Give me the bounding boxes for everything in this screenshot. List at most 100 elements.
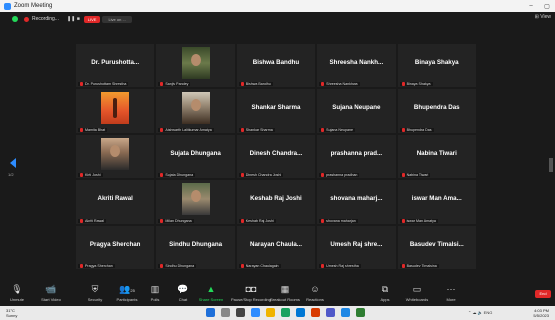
chat-button[interactable]: 💬 Chat — [168, 284, 198, 302]
excel-icon[interactable] — [356, 308, 365, 317]
participant-tile[interactable]: Basudev Timalsi... Basudev Timalsina — [397, 225, 476, 269]
participants-button[interactable]: 👥25 Participants — [112, 284, 142, 302]
muted-mic-icon — [240, 218, 244, 223]
whiteboards-button[interactable]: ▭ Whiteboards — [402, 284, 432, 302]
end-meeting-button[interactable]: End — [535, 290, 551, 298]
live-streaming-chip[interactable]: Live on ... — [102, 15, 132, 23]
participant-tile[interactable]: Keshab Raj Joshi Keshab Raj Joshi — [236, 180, 316, 224]
share-screen-button[interactable]: ▲ Share Screen — [196, 284, 226, 302]
participant-display-name: Narayan Chaula... — [250, 240, 302, 248]
recording-pause-icon[interactable]: ❚❚ ■ — [67, 16, 80, 22]
participant-tile[interactable]: Kirti Joshi — [76, 134, 155, 179]
participant-gallery: Dr. Purushotta... Dr. Purushottam Shresth… — [76, 44, 476, 272]
chrome-icon[interactable] — [281, 308, 290, 317]
shield-icon[interactable] — [12, 16, 18, 22]
video-figure — [190, 54, 201, 66]
office-icon[interactable] — [311, 308, 320, 317]
participant-name-label: Mamita Bhat — [78, 127, 108, 132]
search-icon[interactable] — [221, 308, 230, 317]
participant-video — [101, 92, 130, 125]
start-video-button[interactable]: 📹 Start Video — [36, 284, 66, 302]
participant-tile[interactable]: shovana maharj... shovana maharjan — [317, 180, 396, 224]
next-page-icon[interactable] — [549, 158, 553, 172]
live-badge: LIVE — [83, 15, 101, 23]
apps-button[interactable]: ⧉ Apps — [370, 284, 400, 302]
participant-label-text: Nabina Tiwari — [406, 173, 429, 178]
meeting-toolbar: 🎙 Unmute 📹 Start Video ⛨ Security 👥25 Pa… — [0, 282, 555, 306]
zoom-taskbar-icon[interactable] — [251, 308, 260, 317]
participant-tile[interactable]: Bishwa Bandhu Bishwa Bandhu — [236, 44, 316, 88]
participant-display-name: Bhupendra Das — [413, 104, 460, 112]
teams-icon[interactable] — [326, 308, 335, 317]
participant-tile[interactable]: Narayan Chaula... Narayan Chaulagain — [236, 225, 316, 269]
participant-name-label: Narayan Chaulagain — [238, 263, 281, 268]
more-button[interactable]: ··· More — [436, 284, 466, 302]
muted-mic-icon — [160, 263, 164, 268]
participant-tile[interactable]: Sujata Dhungana Sujata Dhungana — [156, 134, 235, 179]
participant-label-text: Pragya Sherchan — [85, 263, 113, 268]
breakout-rooms-icon: ▦ — [280, 284, 290, 294]
participant-tile[interactable]: Pragya Sherchan Pragya Sherchan — [76, 225, 155, 269]
participant-tile[interactable]: Mamita Bhat — [76, 89, 155, 133]
system-tray[interactable]: ⌃ ☁ 🔈 ENG — [468, 310, 492, 315]
start-icon[interactable] — [206, 308, 215, 317]
participant-label-text: iswar Man Amatya — [406, 218, 436, 223]
chat-icon: 💬 — [177, 284, 189, 294]
record-dot-icon — [24, 16, 29, 22]
edge-icon[interactable] — [296, 308, 305, 317]
participant-name-label: Pragya Sherchan — [78, 263, 115, 268]
participant-tile[interactable]: Dinesh Chandra... Dinesh Chandra Joshi — [236, 134, 316, 179]
polls-button[interactable]: ▥ Polls — [140, 284, 170, 302]
weather-widget[interactable]: 31°C Sunny — [6, 308, 17, 318]
unmute-button[interactable]: 🎙 Unmute — [2, 284, 32, 302]
participant-tile[interactable]: Nabina Tiwari Nabina Tiwari — [397, 134, 476, 179]
security-button[interactable]: ⛨ Security — [80, 284, 110, 302]
muted-mic-icon — [160, 173, 164, 178]
video-figure — [190, 99, 201, 112]
breakout-rooms-button[interactable]: ▦ Breakout Rooms — [270, 284, 300, 302]
maximize-button[interactable]: ▢ — [539, 3, 555, 10]
participant-tile[interactable]: Sindhu Dhungana Sindhu Dhungana — [156, 225, 235, 269]
apps-icon: ⧉ — [381, 284, 389, 294]
participant-tile[interactable]: prashanna prad... prashanna pradhan — [317, 134, 396, 179]
view-button[interactable]: ⊞ View — [535, 14, 551, 20]
task-view-icon[interactable] — [236, 308, 245, 317]
participant-tile[interactable]: Milan Dhungana — [156, 180, 235, 224]
participant-label-text: shovana maharjan — [326, 218, 356, 223]
file-explorer-icon[interactable] — [266, 308, 275, 317]
page-indicator: 1/2 — [8, 172, 14, 177]
pause-recording-button[interactable]: ◘◘ Pause/Stop Recording — [231, 284, 271, 302]
participant-name-label: Shankar Sharma — [238, 127, 275, 132]
clock[interactable]: 4:03 PM 5/5/2023 — [533, 308, 549, 318]
participants-label: Participants — [116, 297, 138, 302]
participant-tile[interactable]: Umesh Raj shre... Umesh Raj shrestha — [317, 225, 396, 269]
participant-display-name: Shreesha Nankh... — [329, 59, 384, 66]
participant-tile[interactable]: Sujana Neupane Sujana Neupane — [317, 89, 396, 133]
participant-display-name: Sindhu Dhungana — [169, 240, 223, 248]
participant-tile[interactable]: Akriti Rawal Akriti Rawal — [76, 180, 155, 224]
participant-tile[interactable]: Shreesha Nankh... Shreesha Nankhwa — [317, 44, 396, 88]
participant-label-text: Dr. Purushottam Shrestha — [85, 82, 127, 87]
muted-mic-icon — [321, 82, 325, 87]
mail-icon[interactable] — [341, 308, 350, 317]
participant-label-text: Binaya Shakya — [406, 82, 431, 87]
participant-tile[interactable]: Dr. Purushotta... Dr. Purushottam Shresth… — [76, 44, 155, 88]
participant-display-name: Bishwa Bandhu — [252, 59, 300, 66]
muted-mic-icon — [321, 127, 325, 132]
participant-label-text: Milan Dhungana — [165, 218, 192, 223]
participant-tile[interactable]: Shankar Sharma Shankar Sharma — [236, 89, 316, 133]
participant-tile[interactable]: iswar Man Ama... iswar Man Amatya — [397, 180, 476, 224]
participant-tile[interactable]: Bhupendra Das Bhupendra Das — [397, 89, 476, 133]
muted-mic-icon — [401, 263, 405, 268]
previous-page-icon[interactable] — [10, 158, 16, 168]
minimize-button[interactable]: – — [523, 3, 539, 9]
participant-name-label: shovana maharjan — [319, 218, 358, 223]
muted-mic-icon — [401, 218, 405, 223]
reactions-button[interactable]: ☺ Reactions — [300, 284, 330, 302]
participant-display-name: shovana maharj... — [330, 195, 383, 203]
participant-tile[interactable]: Aishwarth Lalitkumar Amatya — [156, 89, 235, 133]
reactions-icon: ☺ — [310, 284, 320, 294]
participant-tile[interactable]: Sanjiv Pandey — [156, 44, 235, 88]
participant-tile[interactable]: Binaya Shakya Binaya Shakya — [397, 44, 476, 88]
participant-name-label: Milan Dhungana — [158, 218, 194, 223]
